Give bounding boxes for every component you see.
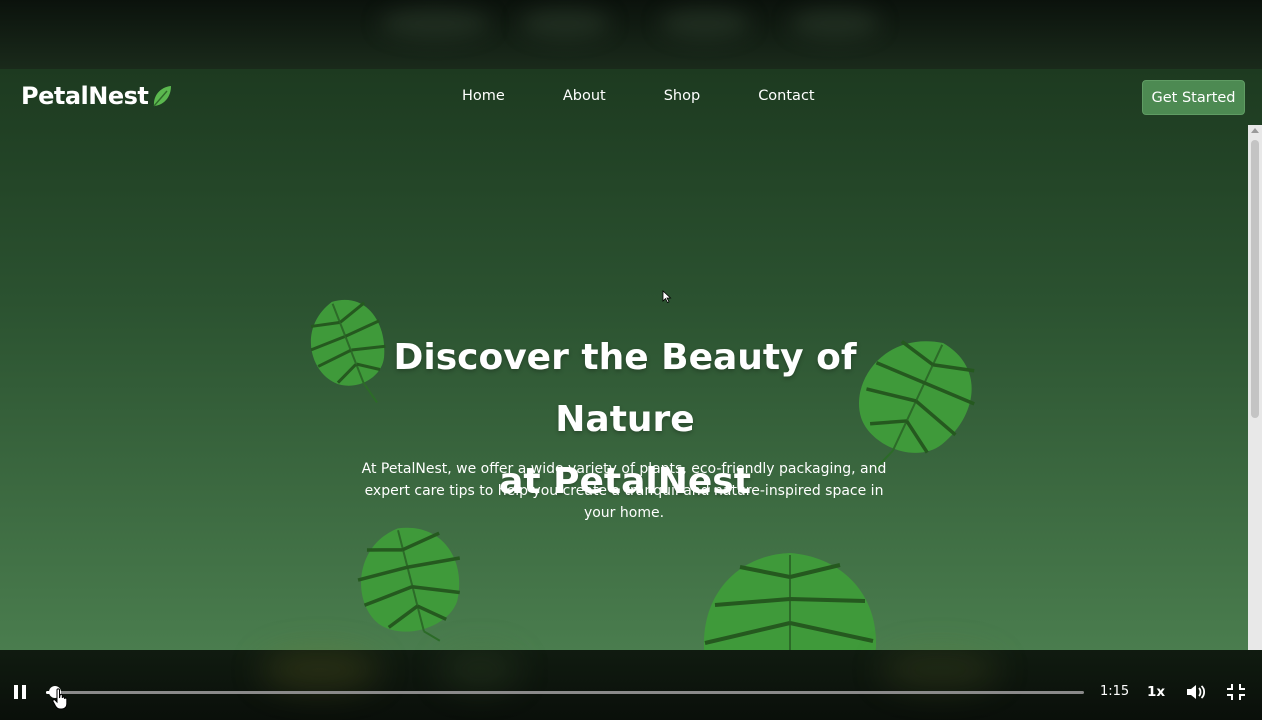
video-controls: 1:15 1x (0, 650, 1262, 720)
site-logo[interactable]: PetalNest (21, 82, 173, 110)
video-top-bar (0, 0, 1262, 69)
exit-fullscreen-icon[interactable] (1226, 683, 1246, 701)
nav-contact-link[interactable]: Contact (758, 88, 814, 104)
mouse-pointer-icon (662, 290, 672, 304)
monstera-leaf-image (357, 527, 461, 642)
nav-links: Home About Shop Contact (462, 88, 815, 104)
logo-text: PetalNest (21, 82, 149, 110)
blurred-reflection (660, 8, 750, 38)
nav-home-link[interactable]: Home (462, 88, 505, 104)
pause-icon[interactable] (14, 685, 30, 701)
get-started-button[interactable]: Get Started (1142, 80, 1245, 115)
page-scrollbar[interactable] (1248, 125, 1262, 650)
hand-cursor-icon (52, 688, 68, 710)
leaf-icon (153, 86, 172, 107)
blurred-reflection (440, 650, 520, 690)
hero-description: At PetalNest, we offer a wide variety of… (361, 461, 887, 521)
blurred-reflection (380, 8, 490, 38)
blurred-reflection (260, 650, 380, 690)
time-label: 1:15 (1100, 684, 1130, 699)
playback-speed-button[interactable]: 1x (1147, 684, 1165, 700)
blurred-reflection (880, 650, 1000, 690)
nav-shop-link[interactable]: Shop (664, 88, 700, 104)
blurred-reflection (790, 8, 880, 38)
blurred-reflection (520, 8, 610, 38)
hero-title-line-1: Discover the Beauty of Nature (393, 337, 857, 440)
nav-about-link[interactable]: About (563, 88, 606, 104)
monstera-leaf-image (703, 553, 877, 650)
site-navbar: PetalNest Home About Shop Contact Get St… (0, 69, 1262, 129)
website-frame: PetalNest Home About Shop Contact Get St… (0, 69, 1262, 650)
scrollbar-thumb[interactable] (1251, 140, 1259, 418)
scroll-up-icon[interactable] (1251, 128, 1259, 133)
progress-track[interactable] (46, 691, 1084, 694)
volume-icon[interactable] (1185, 683, 1207, 701)
